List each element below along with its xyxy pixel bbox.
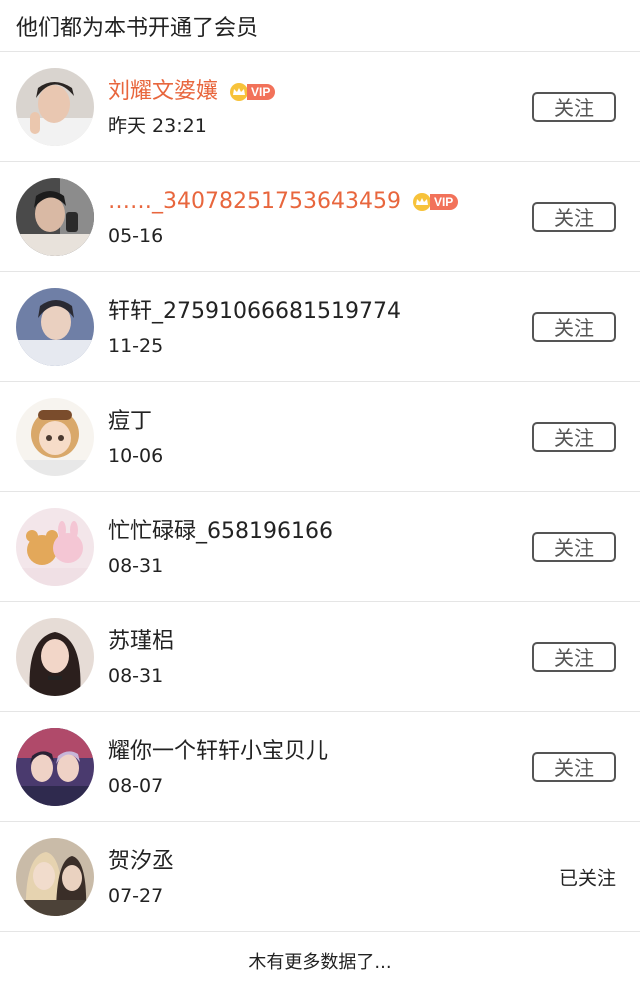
member-name[interactable]: ……_34078251753643459 <box>108 187 401 217</box>
member-name[interactable]: 苏瑾梠 <box>108 627 174 657</box>
member-name[interactable]: 痘丁 <box>108 407 152 437</box>
member-info: 忙忙碌碌_658196166 08-31 <box>108 517 333 577</box>
avatar[interactable] <box>16 67 94 146</box>
avatar[interactable] <box>16 507 94 586</box>
list-item[interactable]: 贺汐丞 07-27 已关注 <box>0 822 640 932</box>
member-info: 贺汐丞 07-27 <box>108 847 174 907</box>
vip-label: VIP <box>429 193 459 210</box>
follow-button[interactable]: 关注 <box>532 91 616 122</box>
vip-badge: VIP <box>228 82 276 102</box>
avatar[interactable] <box>16 617 94 696</box>
member-list: 刘耀文婆孃 VIP 昨天 23:21 关注 ……_340782517536434… <box>0 52 640 932</box>
list-item[interactable]: 耀你一个轩轩小宝贝儿 08-07 关注 <box>0 712 640 822</box>
list-item[interactable]: 轩轩_27591066681519774 11-25 关注 <box>0 272 640 382</box>
member-info: 苏瑾梠 08-31 <box>108 627 174 687</box>
followed-status[interactable]: 已关注 <box>559 863 616 890</box>
page-title: 他们都为本书开通了会员 <box>16 15 259 41</box>
avatar[interactable] <box>16 177 94 256</box>
member-name[interactable]: 耀你一个轩轩小宝贝儿 <box>108 737 328 767</box>
follow-button[interactable]: 关注 <box>532 421 616 452</box>
avatar[interactable] <box>16 287 94 366</box>
avatar[interactable] <box>16 397 94 476</box>
member-info: 轩轩_27591066681519774 11-25 <box>108 297 401 357</box>
list-item[interactable]: 刘耀文婆孃 VIP 昨天 23:21 关注 <box>0 52 640 162</box>
list-item[interactable]: 痘丁 10-06 关注 <box>0 382 640 492</box>
avatar[interactable] <box>16 837 94 916</box>
member-date: 05-16 <box>108 224 164 247</box>
follow-button[interactable]: 关注 <box>532 201 616 232</box>
list-end-message: 木有更多数据了... <box>0 932 640 990</box>
member-date: 08-07 <box>108 774 164 797</box>
member-info: ……_34078251753643459 VIP 05-16 <box>108 187 459 247</box>
follow-button[interactable]: 关注 <box>532 531 616 562</box>
member-date: 11-25 <box>108 334 164 357</box>
member-date: 08-31 <box>108 554 164 577</box>
member-info: 耀你一个轩轩小宝贝儿 08-07 <box>108 737 328 797</box>
follow-button[interactable]: 关注 <box>532 751 616 782</box>
member-name[interactable]: 忙忙碌碌_658196166 <box>108 517 333 547</box>
footer-text: 木有更多数据了... <box>248 952 392 973</box>
member-name[interactable]: 贺汐丞 <box>108 847 174 877</box>
member-name[interactable]: 刘耀文婆孃 <box>108 77 218 107</box>
list-item[interactable]: ……_34078251753643459 VIP 05-16 关注 <box>0 162 640 272</box>
member-date: 08-31 <box>108 664 164 687</box>
vip-badge: VIP <box>411 192 459 212</box>
member-date: 昨天 23:21 <box>108 114 207 137</box>
follow-button[interactable]: 关注 <box>532 641 616 672</box>
vip-label: VIP <box>247 83 276 100</box>
member-info: 刘耀文婆孃 VIP 昨天 23:21 <box>108 77 276 137</box>
member-date: 10-06 <box>108 444 164 467</box>
member-name[interactable]: 轩轩_27591066681519774 <box>108 297 401 327</box>
member-info: 痘丁 10-06 <box>108 407 163 467</box>
member-date: 07-27 <box>108 884 164 907</box>
follow-button[interactable]: 关注 <box>532 311 616 342</box>
avatar[interactable] <box>16 727 94 806</box>
list-item[interactable]: 忙忙碌碌_658196166 08-31 关注 <box>0 492 640 602</box>
page-header: 他们都为本书开通了会员 <box>0 0 640 52</box>
list-item[interactable]: 苏瑾梠 08-31 关注 <box>0 602 640 712</box>
